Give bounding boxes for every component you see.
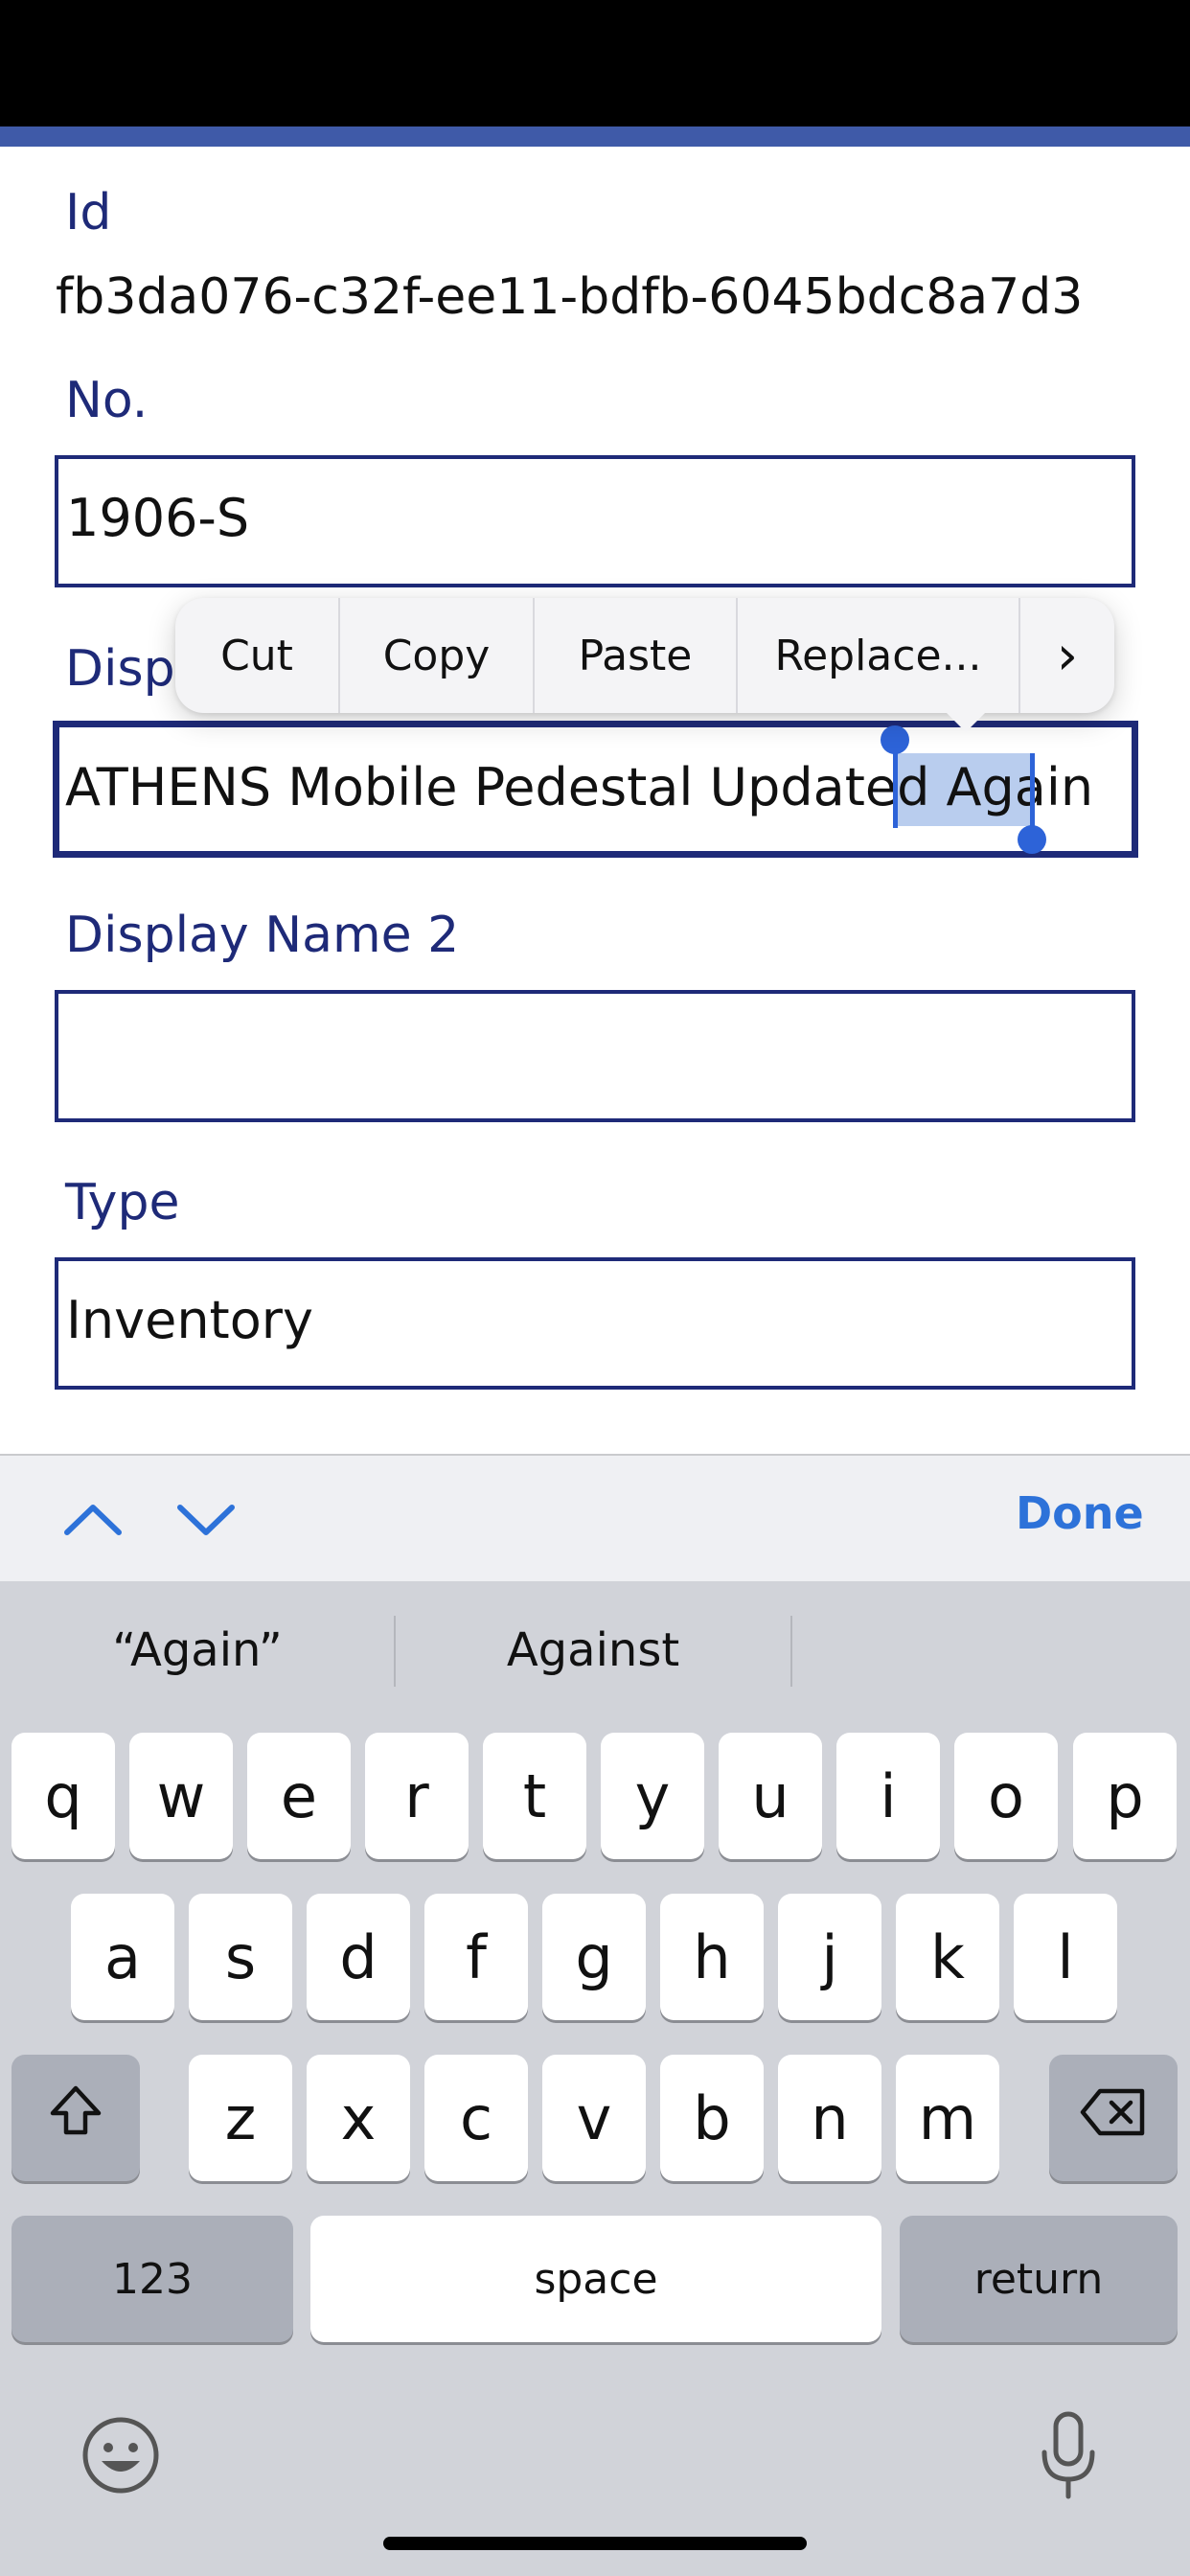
shift-key[interactable]	[11, 2055, 140, 2181]
key-s[interactable]: s	[189, 1894, 292, 2020]
type-field[interactable]: Inventory	[55, 1257, 1135, 1390]
selection-start-bar	[893, 742, 898, 828]
more-menu-chevron-icon[interactable]: ›	[1020, 598, 1114, 713]
key-e[interactable]: e	[247, 1733, 351, 1859]
key-g[interactable]: g	[542, 1894, 646, 2020]
key-x[interactable]: x	[307, 2055, 410, 2181]
keyboard: “Again” Against q w e r t y u i o p a s …	[0, 1581, 1190, 2576]
shift-icon	[45, 2081, 106, 2156]
key-t[interactable]: t	[483, 1733, 586, 1859]
no-field-value: 1906-S	[66, 488, 250, 548]
emoji-icon[interactable]	[80, 2415, 161, 2496]
display-name-field-value: ATHENS Mobile Pedestal Updated Again	[65, 757, 1094, 817]
key-i[interactable]: i	[836, 1733, 940, 1859]
done-button[interactable]: Done	[1016, 1487, 1144, 1539]
selection-end-handle[interactable]	[1018, 825, 1046, 854]
key-r[interactable]: r	[365, 1733, 469, 1859]
key-b[interactable]: b	[660, 2055, 764, 2181]
cut-menu-item[interactable]: Cut	[175, 598, 340, 713]
key-q[interactable]: q	[11, 1733, 115, 1859]
key-o[interactable]: o	[954, 1733, 1058, 1859]
key-k[interactable]: k	[896, 1894, 999, 2020]
backspace-icon	[1079, 2083, 1148, 2153]
paste-menu-item[interactable]: Paste	[535, 598, 738, 713]
key-l[interactable]: l	[1014, 1894, 1117, 2020]
key-d[interactable]: d	[307, 1894, 410, 2020]
chevron-down-icon[interactable]	[172, 1490, 240, 1548]
display-name-2-label: Display Name 2	[65, 907, 460, 964]
id-value: fb3da076-c32f-ee11-bdfb-6045bdc8a7d3	[56, 268, 1084, 326]
key-f[interactable]: f	[424, 1894, 528, 2020]
display-name-2-field[interactable]	[55, 990, 1135, 1122]
key-n[interactable]: n	[778, 2055, 881, 2181]
space-key[interactable]: space	[310, 2216, 881, 2342]
key-c[interactable]: c	[424, 2055, 528, 2181]
key-u[interactable]: u	[719, 1733, 822, 1859]
status-bar	[0, 0, 1190, 126]
id-label: Id	[65, 184, 112, 242]
suggestion-divider	[790, 1616, 792, 1687]
key-v[interactable]: v	[542, 2055, 646, 2181]
type-field-value: Inventory	[66, 1290, 313, 1350]
key-h[interactable]: h	[660, 1894, 764, 2020]
key-y[interactable]: y	[601, 1733, 704, 1859]
type-label: Type	[65, 1174, 180, 1231]
display-name-label: Disp	[65, 640, 175, 698]
key-z[interactable]: z	[189, 2055, 292, 2181]
key-m[interactable]: m	[896, 2055, 999, 2181]
no-field[interactable]: 1906-S	[55, 455, 1135, 587]
copy-menu-item[interactable]: Copy	[340, 598, 535, 713]
key-j[interactable]: j	[778, 1894, 881, 2020]
suggestion-2[interactable]: Against	[396, 1623, 790, 1677]
no-label: No.	[65, 372, 149, 429]
return-key[interactable]: return	[900, 2216, 1178, 2342]
backspace-key[interactable]	[1049, 2055, 1178, 2181]
chevron-up-icon[interactable]	[59, 1490, 126, 1548]
microphone-icon[interactable]	[1035, 2410, 1102, 2502]
selection-start-handle[interactable]	[881, 725, 909, 754]
key-p[interactable]: p	[1073, 1733, 1177, 1859]
edit-context-menu: Cut Copy Paste Replace... ›	[175, 598, 1114, 713]
key-w[interactable]: w	[129, 1733, 233, 1859]
edit-menu-pointer	[943, 709, 989, 732]
key-a[interactable]: a	[71, 1894, 174, 2020]
home-indicator[interactable]	[383, 2537, 807, 2550]
replace-menu-item[interactable]: Replace...	[738, 598, 1020, 713]
selected-text: Again	[946, 757, 1094, 817]
app-header-bar	[0, 126, 1190, 147]
numbers-key[interactable]: 123	[11, 2216, 293, 2342]
suggestion-1[interactable]: “Again”	[0, 1623, 395, 1677]
